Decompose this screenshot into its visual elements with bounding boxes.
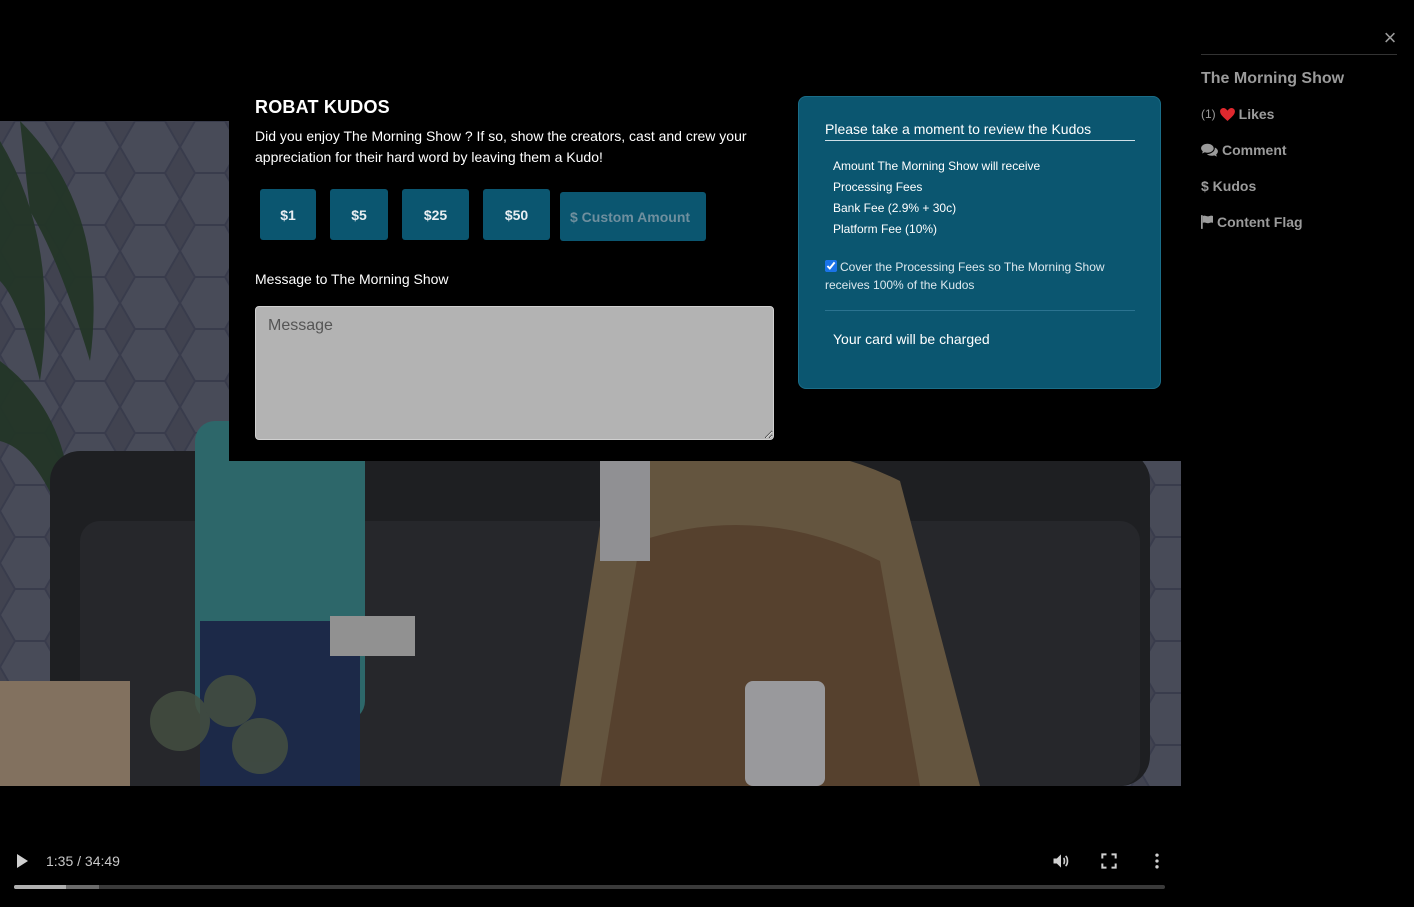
comments-icon [1201,143,1218,157]
comment-button[interactable]: Comment [1201,142,1287,158]
message-label: Message to The Morning Show [255,271,449,287]
review-divider [825,310,1135,311]
kudos-description: Did you enjoy The Morning Show ? If so, … [255,128,747,165]
review-title: Please take a moment to review the Kudos [825,121,1135,141]
kudos-review-card: Please take a moment to review the Kudos… [798,96,1161,389]
cover-fees-row[interactable]: Cover the Processing Fees so The Morning… [825,258,1141,294]
sidebar-divider [1201,54,1397,55]
video-time: 1:35 / 34:49 [46,853,120,869]
review-amount-receive: Amount The Morning Show will receive [833,159,1041,173]
review-processing-fees: Processing Fees [833,180,923,194]
comment-label: Comment [1222,142,1287,158]
kudos-label: $ Kudos [1201,178,1257,194]
kudo-amount-1-button[interactable]: $1 [260,189,316,240]
kudo-amount-50-button[interactable]: $50 [483,189,550,240]
more-options-icon[interactable] [1147,851,1167,871]
video-progress-bar[interactable] [14,885,1165,889]
volume-icon[interactable] [1051,851,1071,871]
heart-icon [1219,107,1235,121]
likes-button[interactable]: (1) Likes [1201,106,1274,122]
video-progress-fill [14,885,66,889]
video-title: The Morning Show [1201,70,1345,87]
review-bank-fee: Bank Fee (2.9% + 30c) [833,201,957,215]
cover-fees-checkbox[interactable] [825,260,837,272]
flag-icon [1201,215,1213,229]
kudo-amount-25-button[interactable]: $25 [402,189,469,240]
content-flag-button[interactable]: Content Flag [1201,214,1303,230]
close-icon[interactable]: × [1379,26,1401,50]
cover-fees-label: Cover the Processing Fees so The Morning… [825,260,1105,292]
kudos-title: ROBAT KUDOS [255,97,390,117]
likes-label: Likes [1238,106,1275,122]
content-flag-label: Content Flag [1217,214,1303,230]
fullscreen-icon[interactable] [1099,851,1119,871]
play-icon[interactable] [14,852,30,870]
card-charged-label: Your card will be charged [833,331,990,347]
likes-count: (1) [1201,107,1216,121]
kudo-amount-5-button[interactable]: $5 [330,189,388,240]
video-controls: 1:35 / 34:49 [0,840,1181,907]
review-platform-fee: Platform Fee (10%) [833,222,938,236]
kudos-button[interactable]: $ Kudos [1201,178,1256,194]
media-viewer: ROBAT KUDOS Did you enjoy The Morning Sh… [0,0,1414,907]
message-textarea[interactable] [255,306,774,440]
custom-amount-input[interactable] [560,192,706,241]
